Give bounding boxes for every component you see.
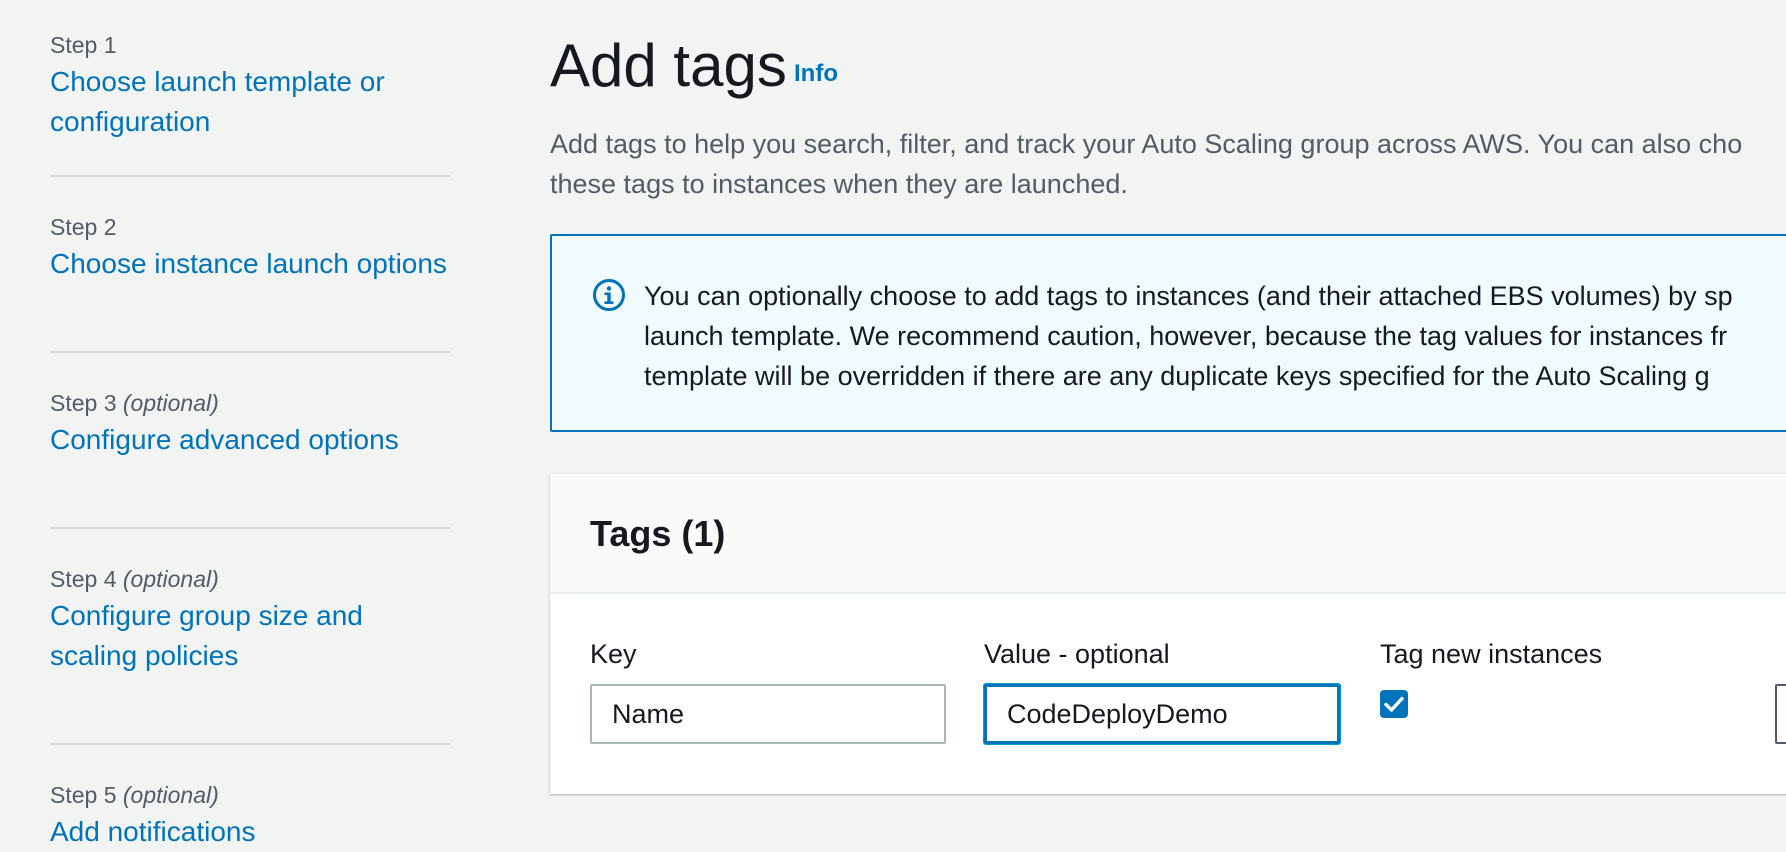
description-line: these tags to instances when they are la… — [550, 169, 1128, 199]
step-label-line: Add notifications — [50, 816, 256, 847]
step-label-line: Choose instance launch options — [50, 248, 447, 279]
wizard-step-4: Step 4 (optional) Configure group size a… — [50, 562, 450, 745]
step-number: Step 3 (optional) — [50, 390, 219, 416]
alert-line: You can optionally choose to add tags to… — [644, 281, 1733, 311]
step-link-configure-advanced-options[interactable]: Configure advanced options — [50, 420, 450, 460]
alert-line: launch template. We recommend caution, h… — [644, 321, 1728, 351]
step-link-choose-instance-launch-options[interactable]: Choose instance launch options — [50, 244, 450, 284]
tags-title: Tags (1) — [590, 513, 726, 554]
value-label: Value - optional — [984, 639, 1170, 669]
step-label-line: configuration — [50, 106, 211, 137]
wizard-steps-nav: Step 1 Choose launch template or configu… — [50, 28, 450, 852]
page-description: Add tags to help you search, filter, and… — [550, 124, 1786, 204]
step-link-add-notifications[interactable]: Add notifications — [50, 812, 450, 852]
checkmark-icon — [1380, 690, 1408, 718]
step-number: Step 5 (optional) — [50, 782, 219, 808]
step-number: Step 4 (optional) — [50, 566, 219, 592]
step-optional-label: (optional) — [122, 782, 219, 808]
tag-new-instances-checkbox[interactable] — [1380, 690, 1408, 718]
step-label-line: Configure group size and — [50, 600, 363, 631]
step-number: Step 1 — [50, 32, 117, 58]
tag-value-input[interactable] — [984, 684, 1340, 744]
step-optional-label: (optional) — [122, 390, 219, 416]
alert-message: You can optionally choose to add tags to… — [644, 276, 1786, 396]
key-label: Key — [590, 639, 637, 669]
wizard-step-5: Step 5 (optional) Add notifications — [50, 778, 450, 852]
step-label-line: Choose launch template or — [50, 66, 385, 97]
tag-key-input[interactable] — [590, 684, 946, 744]
alert-line: template will be overridden if there are… — [644, 361, 1710, 391]
tags-panel-header: Tags (1) — [550, 474, 1786, 594]
tag-new-instances-label: Tag new instances — [1380, 639, 1603, 669]
page-title: Add tags — [550, 32, 787, 99]
description-line: Add tags to help you search, filter, and… — [550, 129, 1743, 159]
info-alert: You can optionally choose to add tags to… — [550, 234, 1786, 432]
wizard-step-1: Step 1 Choose launch template or configu… — [50, 28, 450, 177]
step-link-configure-group-size[interactable]: Configure group size and scaling policie… — [50, 596, 450, 676]
step-label-line: Configure advanced options — [50, 424, 399, 455]
info-link[interactable]: Info — [794, 60, 838, 88]
info-circle-icon — [592, 278, 626, 312]
tags-panel: Tags (1) Key Value - optional Tag new in… — [550, 474, 1786, 794]
wizard-step-3: Step 3 (optional) Configure advanced opt… — [50, 386, 450, 529]
step-link-choose-launch-template[interactable]: Choose launch template or configuration — [50, 62, 450, 142]
wizard-step-2: Step 2 Choose instance launch options — [50, 210, 450, 353]
remove-tag-button[interactable] — [1775, 684, 1786, 744]
step-label-line: scaling policies — [50, 640, 239, 671]
step-optional-label: (optional) — [122, 566, 219, 592]
step-number: Step 2 — [50, 214, 117, 240]
